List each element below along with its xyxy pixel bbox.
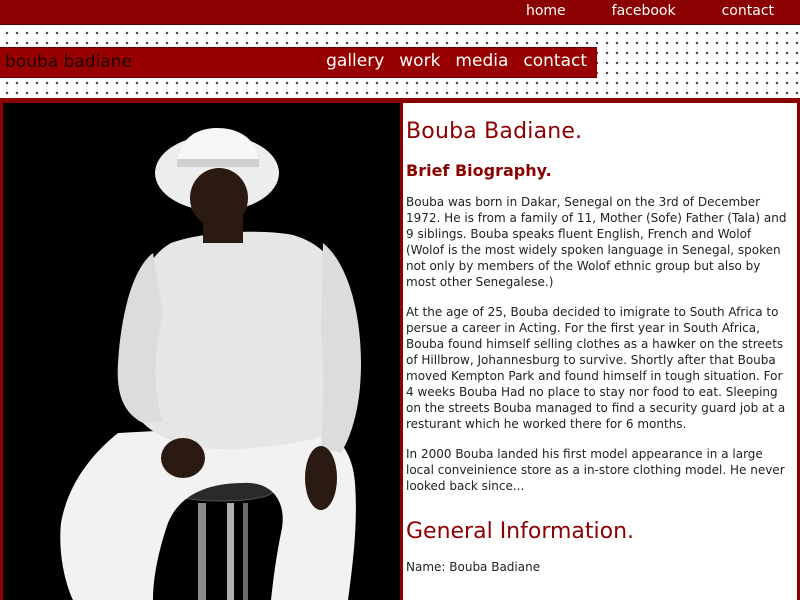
portrait-photo [3,103,400,600]
site-title[interactable]: bouba badiane [5,52,132,72]
biography-panel: Bouba Badiane. Brief Biography. Bouba wa… [403,103,797,600]
general-info-line: Name: Bouba Badiane [406,560,541,574]
main-nav: gallery work media contact [311,51,587,71]
nav-contact-link[interactable]: contact [523,51,587,71]
bio-paragraph: At the age of 25, Bouba decided to imigr… [406,305,786,431]
name-heading: Bouba Badiane. [406,119,583,144]
top-nav-contact-link[interactable]: contact [722,2,774,20]
bio-paragraph: In 2000 Bouba landed his first model app… [406,447,785,493]
top-nav-facebook-link[interactable]: facebook [612,2,676,20]
nav-media-link[interactable]: media [455,51,508,71]
top-bar: home facebook contact [0,0,800,25]
title-bar: bouba badiane gallery work media contact [0,47,597,78]
nav-gallery-link[interactable]: gallery [326,51,384,71]
top-nav-home-link[interactable]: home [526,2,566,20]
biography-heading: Brief Biography. [406,161,552,180]
nav-work-link[interactable]: work [399,51,440,71]
general-information-heading: General Information. [406,519,635,544]
top-nav: home facebook contact [480,2,774,20]
bio-paragraph: Bouba was born in Dakar, Senegal on the … [406,195,787,289]
